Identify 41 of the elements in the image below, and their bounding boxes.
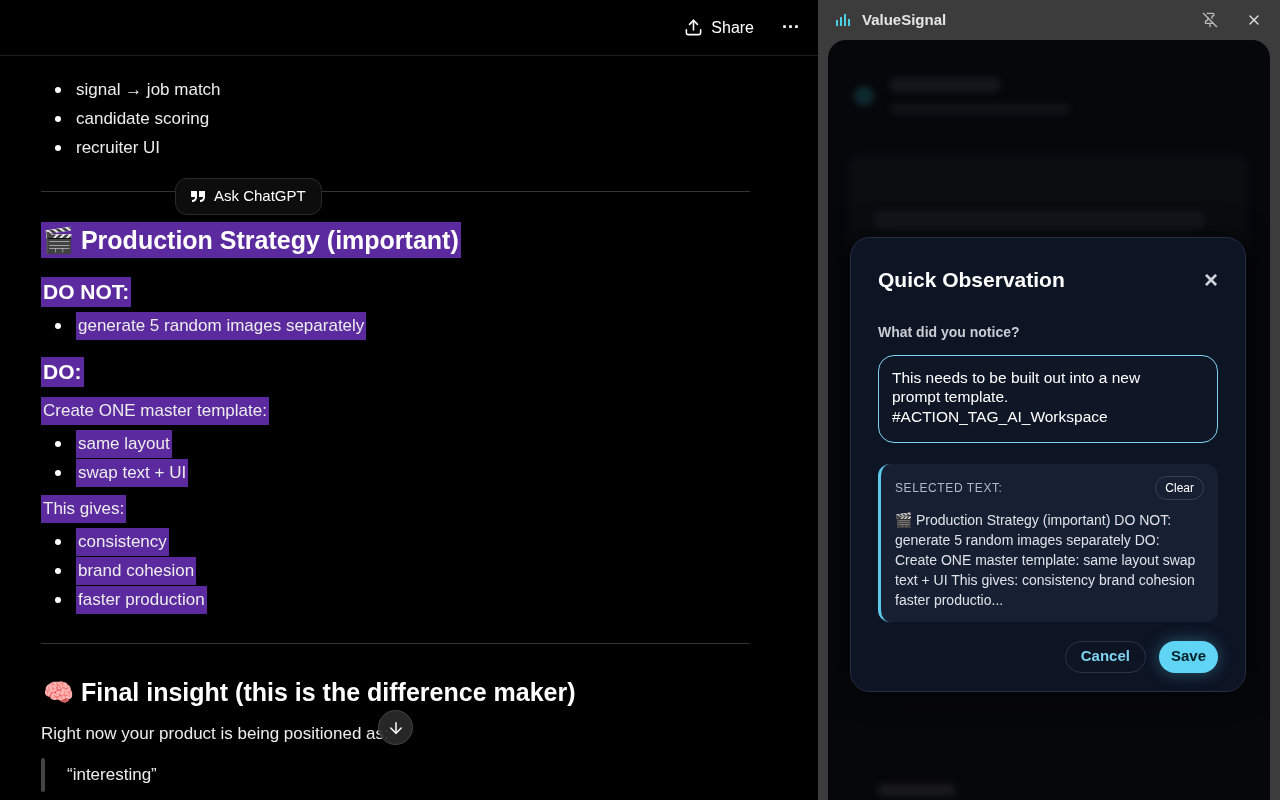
share-icon xyxy=(684,18,704,37)
list-item: signal → job match xyxy=(76,79,221,101)
list-item: recruiter UI xyxy=(76,137,161,159)
bullet-icon xyxy=(55,145,61,151)
subheading: DO: xyxy=(41,357,84,387)
bullet-icon xyxy=(55,597,61,603)
dialog-title: Quick Observation xyxy=(878,267,1065,293)
list-item: candidate scoring xyxy=(76,108,210,130)
ask-chatgpt-button[interactable]: Ask ChatGPT xyxy=(175,178,322,215)
list-item: brand cohesion xyxy=(76,557,197,585)
observation-field[interactable]: This needs to be built out into a new prompt template. #ACTION_TAG_AI_Workspace xyxy=(878,354,1218,443)
bullet-icon xyxy=(55,539,61,545)
paragraph: Create ONE master template: xyxy=(41,397,269,425)
bullet-icon xyxy=(55,441,61,447)
list-item: faster production xyxy=(76,586,207,614)
list-item: generate 5 random images separately xyxy=(76,312,367,340)
more-button[interactable]: ··· xyxy=(782,14,800,41)
close-button[interactable]: × xyxy=(1204,267,1218,292)
list-item: consistency xyxy=(76,528,169,556)
selected-text-label: SELECTED TEXT: xyxy=(895,479,1003,497)
bullet-icon xyxy=(55,87,61,93)
field-label: What did you notice? xyxy=(878,322,1021,342)
quote-icon xyxy=(191,191,205,202)
quote-text: “interesting” xyxy=(67,764,157,786)
selected-text: 🎬 Production Strategy (important) DO NOT: generate 5 random images separately DO: Create ONE master template: same layout swap text + UI This gives: consistency brand cohesion faster productio... xyxy=(895,510,1197,610)
section-heading: 🧠 Final insight (this is the difference maker) xyxy=(42,677,577,708)
bullet-icon xyxy=(55,470,61,476)
list-item: swap text + UI xyxy=(76,459,189,487)
bullet-icon xyxy=(55,116,61,122)
bullet-icon xyxy=(55,323,61,329)
window-title: ValueSignal xyxy=(862,9,948,30)
share-button[interactable]: Share xyxy=(676,11,762,44)
save-button[interactable]: Save xyxy=(1158,640,1218,673)
paragraph: This gives: xyxy=(41,495,127,523)
section-heading: 🎬 Production Strategy (important) xyxy=(41,222,461,258)
unpin-icon[interactable] xyxy=(1202,12,1218,28)
subheading: DO NOT: xyxy=(41,277,132,307)
list-item: same layout xyxy=(76,430,172,458)
bar-chart-icon xyxy=(836,14,852,26)
paragraph: Right now your product is being positioned as: xyxy=(41,723,389,745)
bullet-icon xyxy=(55,568,61,574)
